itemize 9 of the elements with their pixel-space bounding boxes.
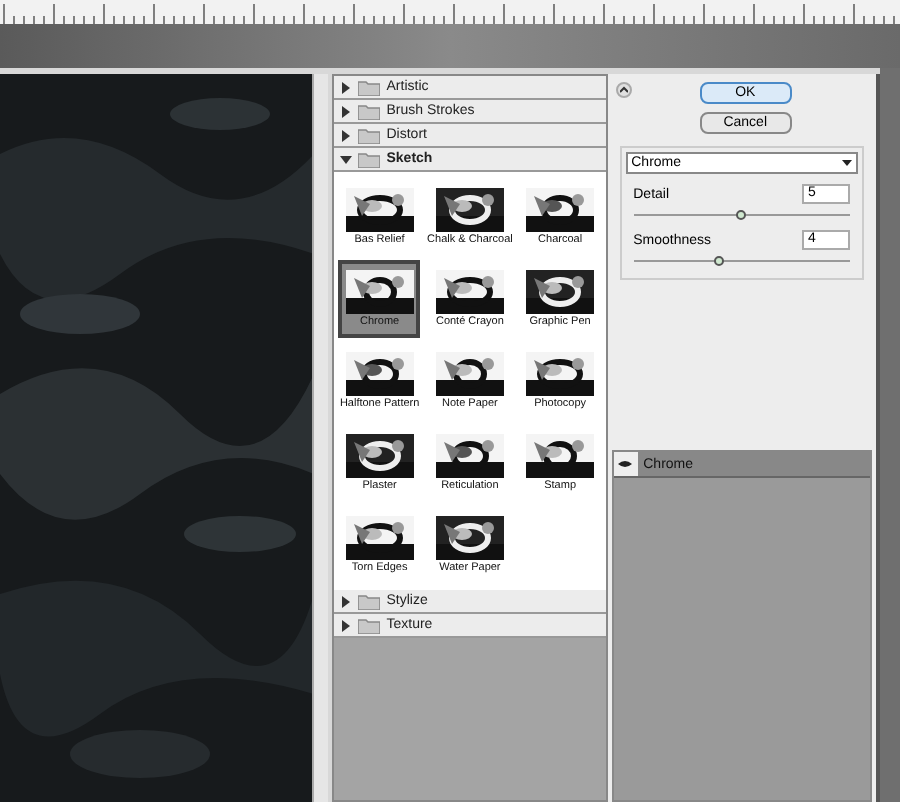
collapse-button[interactable] bbox=[615, 82, 632, 98]
collapse-icon bbox=[619, 86, 628, 94]
expanded-arrow-icon[interactable] bbox=[340, 153, 353, 165]
slider-thumb[interactable] bbox=[714, 256, 725, 266]
eye-icon[interactable] bbox=[618, 460, 633, 468]
scrollbar[interactable] bbox=[312, 74, 329, 802]
dropdown-arrow-icon bbox=[842, 160, 852, 166]
folder-icon bbox=[358, 79, 381, 95]
slider-thumb[interactable] bbox=[736, 210, 747, 220]
